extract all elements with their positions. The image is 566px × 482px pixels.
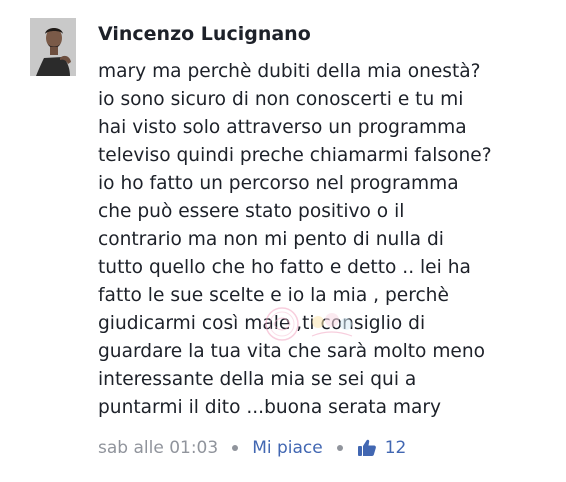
comment: Vincenzo Lucignano mary ma perchè dubiti… [0, 0, 566, 482]
separator-dot [232, 445, 239, 451]
avatar-photo [30, 18, 76, 76]
comment-meta: sab alle 01:03 Mi piace 12 [98, 436, 406, 460]
comment-line: puntarmi il dito ...buona serata mary [98, 397, 442, 418]
like-button[interactable]: Mi piace [252, 438, 323, 458]
comment-line: io ho fatto un percorso nel programma [98, 173, 459, 194]
comment-author[interactable]: Vincenzo Lucignano [98, 23, 311, 45]
thumbs-up-icon[interactable] [357, 438, 377, 458]
comment-timestamp[interactable]: sab alle 01:03 [98, 438, 218, 458]
comment-line: contrario ma non mi pento di nulla di [98, 229, 444, 250]
like-count[interactable]: 12 [385, 438, 407, 458]
separator-dot [336, 445, 343, 451]
comment-line: interessante della mia se sei qui a [98, 369, 417, 390]
comment-line: hai visto solo attraverso un programma [98, 117, 467, 138]
comment-line: io sono sicuro di non conoscerti e tu mi [98, 89, 464, 110]
comment-line: televiso quindi preche chiamarmi falsone… [98, 145, 492, 166]
watermark-logo [265, 307, 353, 341]
comment-line: che può essere stato positivo o il [98, 201, 405, 222]
comment-line: tutto quello che ho fatto e detto .. lei… [98, 257, 471, 278]
avatar[interactable] [30, 18, 76, 76]
comment-line: mary ma perchè dubiti della mia onestà? [98, 61, 481, 82]
comment-body: mary ma perchè dubiti della mia onestà? … [98, 58, 558, 422]
